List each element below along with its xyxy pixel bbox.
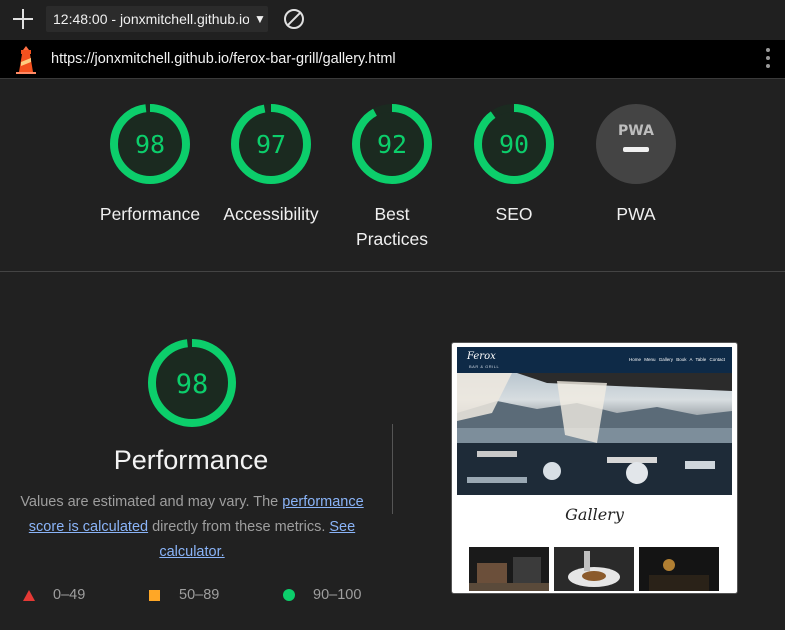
screenshot-navbar: Ferox BAR & GRILL Home Menu Gallery Book… bbox=[457, 347, 732, 373]
gauge-best-practices-label: Best Practices bbox=[356, 204, 428, 249]
lighthouse-icon bbox=[16, 46, 36, 74]
performance-score-gauge: 98 bbox=[148, 339, 236, 427]
performance-score-value: 98 bbox=[176, 369, 209, 400]
score-gauges: 98 Performance 97 Accessibility 92 Best … bbox=[0, 80, 785, 272]
url-bar: https://jonxmitchell.github.io/ferox-bar… bbox=[0, 40, 785, 79]
report-select-label: 12:48:00 - jonxmitchell.github.io bbox=[53, 11, 249, 27]
triangle-icon bbox=[23, 590, 35, 601]
screenshot-logo-sub: BAR & GRILL bbox=[469, 364, 500, 369]
plus-icon[interactable] bbox=[12, 8, 34, 30]
performance-desc-middle: directly from these metrics. bbox=[148, 519, 330, 535]
gauge-best-practices-ring: 92 bbox=[352, 104, 432, 184]
performance-description: Values are estimated and may vary. The p… bbox=[12, 490, 372, 565]
gauge-pwa[interactable]: PWA PWA bbox=[566, 102, 706, 227]
gauge-performance-value: 98 bbox=[135, 130, 165, 159]
final-screenshot[interactable]: Ferox BAR & GRILL Home Menu Gallery Book… bbox=[451, 342, 738, 594]
gauge-pwa-label: PWA bbox=[616, 204, 656, 224]
gauge-accessibility-ring: 97 bbox=[231, 104, 311, 184]
screenshot-photo-2 bbox=[554, 547, 634, 591]
pwa-badge-text: PWA bbox=[618, 123, 654, 139]
gauge-performance[interactable]: 98 Performance bbox=[80, 102, 220, 227]
gauge-accessibility[interactable]: 97 Accessibility bbox=[201, 102, 341, 227]
screenshot-photo-1 bbox=[469, 547, 549, 591]
circle-icon bbox=[283, 589, 295, 601]
gauge-accessibility-value: 97 bbox=[256, 130, 286, 159]
gauge-seo-label: SEO bbox=[495, 204, 533, 224]
screenshot-page: Ferox BAR & GRILL Home Menu Gallery Book… bbox=[457, 347, 732, 591]
report-url[interactable]: https://jonxmitchell.github.io/ferox-bar… bbox=[51, 51, 396, 67]
square-icon bbox=[149, 590, 160, 601]
devtools-toolbar: 12:48:00 - jonxmitchell.github.io ▼ bbox=[0, 0, 785, 40]
performance-desc-text: Values are estimated and may vary. The bbox=[20, 494, 283, 510]
screenshot-nav-links: Home Menu Gallery Book A Table Contact bbox=[629, 357, 725, 362]
gauge-best-practices-value: 92 bbox=[377, 130, 407, 159]
report-select[interactable]: 12:48:00 - jonxmitchell.github.io ▼ bbox=[46, 6, 268, 32]
chevron-down-icon: ▼ bbox=[254, 12, 266, 26]
legend-average-range: 50–89 bbox=[179, 587, 220, 603]
pwa-badge-icon: PWA bbox=[596, 104, 676, 184]
screenshot-logo: Ferox bbox=[467, 351, 496, 362]
block-icon[interactable] bbox=[284, 9, 304, 29]
screenshot-gallery-heading: Gallery bbox=[565, 505, 624, 524]
performance-title: Performance bbox=[113, 445, 269, 475]
gauge-performance-label: Performance bbox=[99, 204, 201, 224]
legend-fail-range: 0–49 bbox=[53, 587, 86, 603]
gauge-seo[interactable]: 90 SEO bbox=[444, 102, 584, 227]
gauge-accessibility-label: Accessibility bbox=[223, 204, 319, 224]
section-divider bbox=[392, 424, 393, 514]
kebab-menu-icon[interactable] bbox=[764, 48, 772, 70]
screenshot-photo-3 bbox=[639, 547, 719, 591]
gauge-best-practices[interactable]: 92 Best Practices bbox=[322, 102, 462, 252]
screenshot-hero-image bbox=[457, 373, 732, 495]
gauge-seo-ring: 90 bbox=[474, 104, 554, 184]
gauge-performance-ring: 98 bbox=[110, 104, 190, 184]
gauge-seo-value: 90 bbox=[499, 130, 529, 159]
legend-pass-range: 90–100 bbox=[313, 587, 362, 603]
